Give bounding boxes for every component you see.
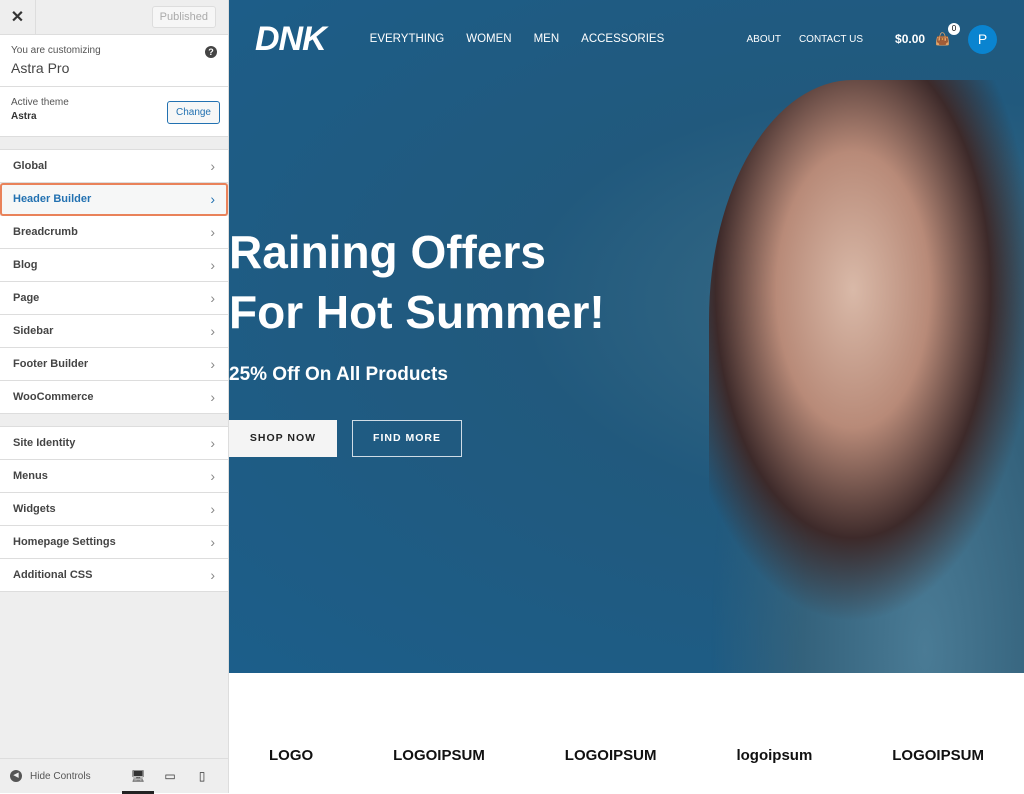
menu-item-accessories[interactable]: ACCESSORIES — [581, 33, 664, 45]
secondary-menu: ABOUT CONTACT US — [746, 34, 863, 45]
avatar[interactable]: P — [968, 24, 997, 54]
tablet-preview-icon[interactable]: ▭ — [154, 759, 186, 794]
partner-logo: logoipsum — [736, 746, 813, 764]
menu-item-everything[interactable]: EVERYTHING — [370, 33, 445, 45]
chevron-right-icon: › — [210, 567, 215, 583]
hero-subheadline: 25% Off On All Products — [229, 364, 448, 385]
panel-item-label: Header Builder — [13, 193, 92, 205]
chevron-right-icon: › — [210, 323, 215, 339]
headline-line-2: For Hot Summer! — [229, 286, 605, 338]
chevron-right-icon: › — [210, 257, 215, 273]
close-button[interactable]: ✕ — [0, 0, 36, 35]
site-header: DNK EVERYTHING WOMEN MEN ACCESSORIES ABOUT C… — [229, 0, 1024, 78]
panel-item-label: Additional CSS — [13, 569, 93, 581]
cart-count: 0 — [948, 23, 960, 35]
collapse-icon[interactable]: ◀ — [10, 770, 22, 782]
published-button[interactable]: Published — [151, 6, 216, 28]
panel-item-sidebar[interactable]: Sidebar › — [0, 315, 228, 348]
panel-item-label: Footer Builder — [13, 358, 89, 370]
mobile-preview-icon[interactable]: ▯ — [186, 759, 218, 794]
panel-item-label: Widgets — [13, 503, 56, 515]
hide-controls-button[interactable]: Hide Controls — [30, 771, 91, 782]
chevron-right-icon: › — [210, 389, 215, 405]
panel-item-label: Menus — [13, 470, 48, 482]
panel-item-label: Global — [13, 160, 48, 172]
chevron-right-icon: › — [210, 224, 215, 240]
chevron-right-icon: › — [210, 191, 215, 207]
partner-logo: LOGO — [268, 746, 314, 764]
panel-item-label: Blog — [13, 259, 38, 271]
panel-item-footer-builder[interactable]: Footer Builder › — [0, 348, 228, 381]
hero-section: DNK EVERYTHING WOMEN MEN ACCESSORIES ABOUT C… — [229, 0, 1024, 673]
panel-item-page[interactable]: Page › — [0, 282, 228, 315]
chevron-right-icon: › — [210, 356, 215, 372]
panel-item-additional-css[interactable]: Additional CSS › — [0, 559, 228, 592]
partner-logo: LOGOIPSUM — [393, 746, 485, 764]
find-more-button[interactable]: FIND MORE — [352, 420, 462, 457]
customizing-info: You are customizing Astra Pro ? — [0, 35, 228, 87]
panel-item-label: Homepage Settings — [13, 536, 116, 548]
menu-item-about[interactable]: ABOUT — [746, 34, 780, 45]
panel-item-label: Sidebar — [13, 325, 54, 337]
desktop-preview-icon[interactable]: 🖥 — [122, 759, 154, 794]
menu-item-men[interactable]: MEN — [534, 33, 560, 45]
headline-line-1: Raining Offers — [229, 226, 546, 278]
panel-item-woocommerce[interactable]: WooCommerce › — [0, 381, 228, 414]
help-icon[interactable]: ? — [205, 46, 217, 58]
panel-item-label: Breadcrumb — [13, 226, 78, 238]
menu-item-contact-us[interactable]: CONTACT US — [799, 34, 863, 45]
panel-item-breadcrumb[interactable]: Breadcrumb › — [0, 216, 228, 249]
panel-item-label: WooCommerce — [13, 391, 94, 403]
chevron-right-icon: › — [210, 435, 215, 451]
cart-total[interactable]: $0.00 — [895, 32, 925, 46]
panel-item-global[interactable]: Global › — [0, 150, 228, 183]
shop-now-button[interactable]: SHOP NOW — [229, 420, 337, 457]
panel-item-menus[interactable]: Menus › — [0, 460, 228, 493]
customizer-sidebar: ✕ Published You are customizing Astra Pr… — [0, 0, 229, 794]
panel-item-homepage-settings[interactable]: Homepage Settings › — [0, 526, 228, 559]
panel-group-1: Global › Header Builder › Breadcrumb › Blog › Pa… — [0, 149, 228, 414]
chevron-right-icon: › — [210, 158, 215, 174]
customizing-label: You are customizing — [11, 45, 101, 56]
site-preview: DNK EVERYTHING WOMEN MEN ACCESSORIES ABOUT C… — [229, 0, 1024, 793]
primary-menu: EVERYTHING WOMEN MEN ACCESSORIES — [370, 33, 665, 45]
hero-image — [709, 80, 1024, 673]
chevron-right-icon: › — [210, 290, 215, 306]
panel-item-widgets[interactable]: Widgets › — [0, 493, 228, 526]
menu-item-women[interactable]: WOMEN — [466, 33, 511, 45]
partner-logos: LOGO LOGOIPSUM LOGOIPSUM logoipsum LOGOIPSUM — [229, 673, 1024, 793]
chevron-right-icon: › — [210, 534, 215, 550]
panel-group-2: Site Identity › Menus › Widgets › Homepage Set… — [0, 426, 228, 592]
panel-item-header-builder[interactable]: Header Builder › — [0, 183, 228, 216]
panel-item-blog[interactable]: Blog › — [0, 249, 228, 282]
cart-icon[interactable]: 👜 0 — [935, 23, 960, 46]
chevron-right-icon: › — [210, 468, 215, 484]
site-logo[interactable]: DNK — [255, 20, 327, 59]
panel-item-label: Page — [13, 292, 40, 304]
panel-item-label: Site Identity — [13, 437, 76, 449]
hero-headline: Raining Offers For Hot Summer! — [229, 222, 605, 342]
chevron-right-icon: › — [210, 501, 215, 517]
site-name: Astra Pro — [11, 60, 70, 76]
panel-item-site-identity[interactable]: Site Identity › — [0, 427, 228, 460]
active-theme: Active theme Astra Change — [0, 87, 228, 137]
change-theme-button[interactable]: Change — [166, 101, 220, 124]
partner-logo: LOGOIPSUM — [564, 746, 657, 764]
partner-logo: LOGOIPSUM — [892, 746, 984, 764]
